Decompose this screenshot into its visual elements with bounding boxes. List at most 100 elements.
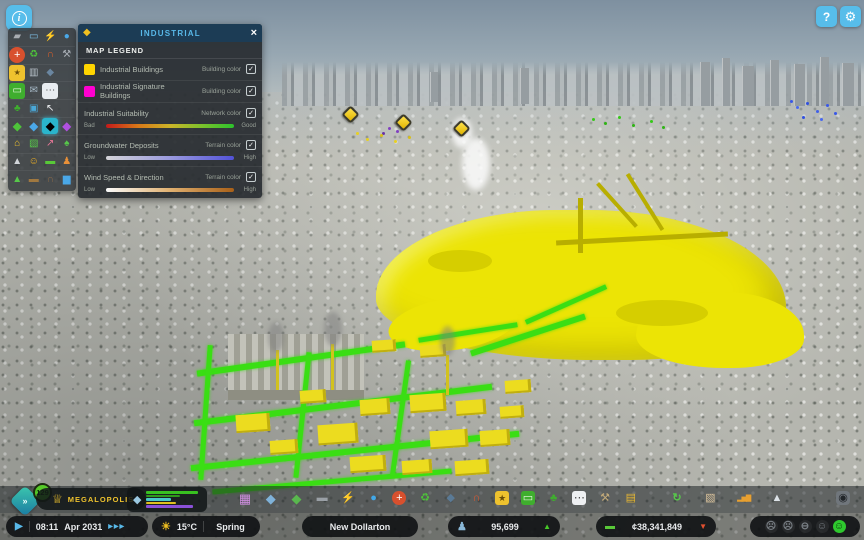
game-screen: i ? ⚙ ▰ ▭ ⚡ ● + ♻ ∩ ⚒ ★ ▥ ◆ ▭ ✉ ⋯ (0, 0, 864, 540)
industrial-building (455, 459, 490, 476)
gradient-min-label: Low (84, 187, 102, 193)
industrial-building (500, 405, 525, 419)
garbage-menu[interactable]: ♻ (416, 489, 434, 507)
infoview-ore[interactable]: ∩ (42, 172, 58, 188)
infoview-routes[interactable]: ↖ (42, 101, 58, 117)
money-pill[interactable]: ▬ ¢38,341,849 ▼ (596, 516, 716, 537)
color-swatch (84, 64, 95, 75)
clock-time: 08:11 (36, 522, 59, 532)
settings-button[interactable]: ⚙ (840, 6, 861, 27)
infoview-land-value[interactable]: ⌂ (9, 136, 25, 152)
legend-type: Building color (202, 88, 241, 95)
population-pill[interactable]: ♟ 95,699 ▲ (448, 516, 560, 537)
infoview-roads[interactable]: ▰ (9, 29, 25, 45)
cim-specks-yellow (356, 132, 359, 135)
infoview-happiness[interactable]: ☺ (26, 154, 42, 170)
parks-menu[interactable]: ♣ (545, 489, 563, 507)
transportation-menu[interactable]: ▭ (519, 489, 537, 507)
infoview-water-resources[interactable]: ▆ (59, 172, 75, 188)
play-button[interactable]: ▶ (15, 521, 23, 532)
legend-checkbox[interactable]: ✓ (246, 140, 256, 150)
infoview-panel: ▰ ▭ ⚡ ● + ♻ ∩ ⚒ ★ ▥ ◆ ▭ ✉ ⋯ ♣ ▣ ↖ (8, 28, 76, 191)
communications-menu[interactable]: ⋯ (570, 489, 588, 507)
infoview-garbage[interactable]: ♻ (26, 47, 42, 63)
infoview-economy[interactable]: ▬ (42, 154, 58, 170)
city-name-pill[interactable]: New Dollarton (302, 516, 418, 537)
infoview-parks[interactable]: ♣ (9, 101, 25, 117)
infoview-police[interactable]: ★ (9, 65, 25, 81)
infoview-administration[interactable]: ▥ (26, 65, 42, 81)
landscaping-menu[interactable]: ⚒ (596, 489, 614, 507)
speed-control[interactable]: ▶▶▶ (108, 523, 125, 530)
fire-menu[interactable]: ∩ (467, 489, 485, 507)
infoview-communications[interactable]: ⋯ (42, 83, 58, 99)
map-tiles-menu[interactable]: ◆ (287, 489, 305, 507)
legend-checkbox[interactable]: ✓ (246, 86, 256, 96)
map-overview-button[interactable]: ▧ (701, 489, 719, 507)
infoview-greenery[interactable]: ♠ (59, 136, 75, 152)
infoview-water[interactable]: ● (59, 29, 75, 45)
industrial-legend-panel: ◆ INDUSTRIAL × MAP LEGEND Industrial Bui… (78, 24, 262, 198)
legend-label: Industrial Suitability (84, 109, 196, 118)
money-amount: ¢38,341,849 (621, 522, 693, 532)
legend-checkbox[interactable]: ✓ (246, 172, 256, 182)
smoke (324, 312, 342, 346)
game-date: Apr 2031 (64, 522, 102, 532)
infoview-healthcare[interactable]: + (9, 47, 25, 63)
skyscraper (770, 60, 779, 106)
education-menu[interactable]: ◆ (442, 489, 460, 507)
infoview-maintenance[interactable]: ⚒ (59, 47, 75, 63)
skyscraper (430, 72, 438, 102)
infoview-tourism[interactable]: ▣ (26, 101, 42, 117)
zoning-menu[interactable]: ▦ (236, 489, 254, 507)
happiness-pill[interactable]: ☹ ☹ ⊖ ☺ ☺ (750, 516, 860, 537)
panel-header: ◆ INDUSTRIAL × (78, 24, 262, 42)
infoview-soil[interactable]: ▬ (26, 172, 42, 188)
infoview-electronics[interactable]: ▭ (26, 29, 42, 45)
infoview-population[interactable]: ♟ (59, 154, 75, 170)
signature-menu[interactable]: ▤ (622, 489, 640, 507)
legend-row-industrial-buildings: Industrial Buildings Building color ✓ (78, 59, 262, 81)
color-swatch (84, 86, 95, 97)
roads-menu[interactable]: ▬ (313, 489, 331, 507)
demand-bar-residential-high (146, 495, 180, 498)
demand-panel[interactable]: ◆ (127, 487, 207, 512)
infoview-education[interactable]: ◆ (42, 65, 58, 81)
legend-checkbox[interactable]: ✓ (246, 64, 256, 74)
infoview-statistics[interactable]: ↗ (42, 136, 58, 152)
infoview-deposits[interactable]: ▲ (9, 154, 25, 170)
map-legend-heading: MAP LEGEND (78, 42, 262, 59)
mining-crane-tower (578, 198, 583, 253)
demand-bar-commercial (146, 498, 171, 501)
infoview-districts[interactable]: ▧ (26, 136, 42, 152)
infoview-terrain[interactable]: ▲ (9, 172, 25, 188)
infoview-electricity[interactable]: ⚡ (42, 29, 58, 45)
demand-bar-residential (146, 491, 198, 494)
infoview-industrial-selected[interactable]: ◆ (42, 118, 58, 134)
police-menu[interactable]: ★ (493, 489, 511, 507)
legend-label: Industrial Signature Buildings (100, 82, 197, 100)
infoview-transportation[interactable]: ▭ (9, 83, 25, 99)
infoview-fire[interactable]: ∩ (42, 47, 58, 63)
electricity-menu[interactable]: ⚡ (339, 489, 357, 507)
progression-button[interactable]: ↻ (668, 489, 686, 507)
statistics-button[interactable]: ▂▅▇ (735, 489, 753, 507)
infoview-residential[interactable]: ◆ (9, 118, 25, 134)
legend-type: Terrain color (205, 142, 241, 149)
panel-title: INDUSTRIAL (91, 29, 251, 38)
water-menu[interactable]: ● (365, 489, 383, 507)
legend-checkbox[interactable]: ✓ (246, 108, 256, 118)
skyscraper (700, 62, 710, 106)
close-icon[interactable]: × (251, 28, 257, 39)
skyscraper (794, 64, 805, 106)
areas-menu[interactable]: ◆ (262, 489, 280, 507)
ore-shadow-patch (616, 300, 708, 326)
photo-mode-button[interactable]: ◉ (834, 489, 852, 507)
help-button[interactable]: ? (816, 6, 837, 27)
healthcare-menu[interactable]: + (390, 489, 408, 507)
infoview-office[interactable]: ◆ (59, 118, 75, 134)
monuments-button[interactable]: ▲ (768, 489, 786, 507)
infoview-commercial[interactable]: ◆ (26, 118, 42, 134)
cim-specks-blue (790, 100, 793, 103)
infoview-post[interactable]: ✉ (26, 83, 42, 99)
